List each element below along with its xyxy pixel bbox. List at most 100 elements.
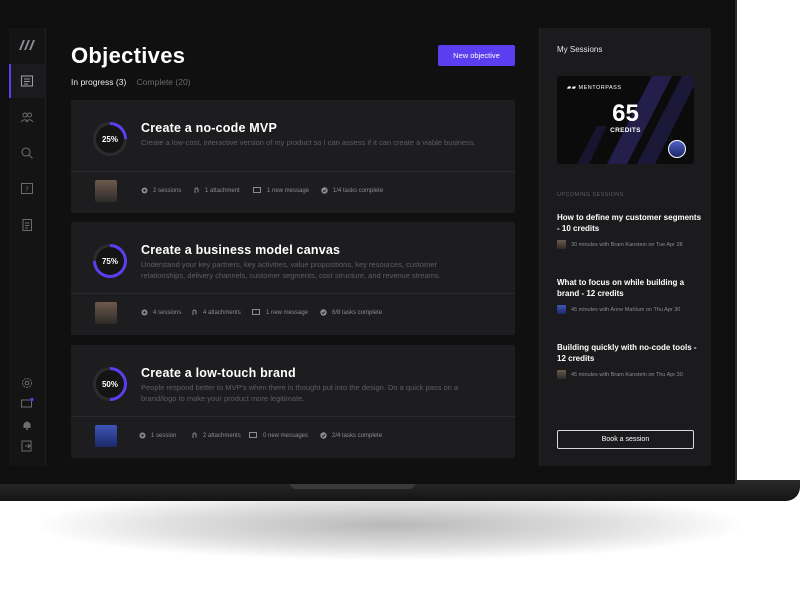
paperclip-icon (192, 309, 197, 315)
session-icon (141, 187, 148, 194)
session-item[interactable]: How to define my customer segments - 10 … (557, 212, 702, 249)
objective-title[interactable]: Create a business model canvas (141, 243, 340, 257)
chat-icon (252, 309, 260, 315)
help-icon: ? (21, 183, 33, 194)
card-divider (71, 416, 515, 417)
objective-tabs: In progress (3) Complete (20) (71, 77, 199, 87)
sessions-label: 1 session (151, 432, 177, 439)
nav-objectives[interactable] (9, 64, 45, 98)
brand-name: MENTORPASS (578, 85, 622, 91)
mentor-avatar (95, 180, 117, 202)
tasks-count: 6/8 tasks complete (320, 309, 382, 316)
upcoming-sessions-label: UPCOMING SESSIONS (557, 192, 624, 198)
objective-card[interactable]: 75% Create a business model canvas Under… (71, 222, 515, 335)
attachments-count[interactable]: 2 attachments (191, 432, 241, 439)
chat-icon (249, 432, 257, 438)
tasks-label: 6/8 tasks complete (332, 309, 383, 316)
tasks-label: 1/4 tasks complete (333, 187, 384, 194)
session-meta-text: 30 minutes with Bram Kanstein on Tue Apr… (571, 241, 683, 248)
check-icon (320, 309, 327, 316)
objective-title[interactable]: Create a no-code MVP (141, 121, 277, 135)
progress-ring: 25% (93, 122, 127, 156)
mentor-avatar (557, 305, 566, 314)
sessions-count: 2 sessions (141, 187, 181, 194)
search-icon (21, 147, 33, 159)
sessions-count: 1 session (139, 432, 176, 439)
attachments-label: 4 attachments (203, 309, 241, 316)
sessions-label: 2 sessions (153, 187, 182, 194)
mentor-avatar (557, 370, 566, 379)
svg-text:?: ? (25, 186, 29, 194)
paperclip-icon (194, 187, 199, 193)
session-title[interactable]: How to define my customer segments - 10 … (557, 212, 702, 234)
session-icon (141, 309, 148, 316)
session-meta: 45 minutes with Bram Kanstein on Thu Apr… (557, 370, 702, 379)
attachments-count[interactable]: 1 attachment (193, 187, 240, 194)
check-icon (321, 187, 328, 194)
credits-label: CREDITS (610, 127, 641, 134)
progress-value: 75% (96, 247, 124, 275)
progress-ring: 75% (93, 244, 127, 278)
messages-label: 1 new message (267, 187, 310, 194)
objective-description: Understand your key partners, key activi… (141, 260, 441, 280)
messages-count[interactable]: 0 new messages (249, 432, 308, 439)
documents-icon (22, 219, 32, 231)
book-session-button[interactable]: Book a session (557, 430, 694, 449)
objective-card[interactable]: 50% Create a low-touch brand People resp… (71, 345, 515, 458)
objective-card[interactable]: 25% Create a no-code MVP Create a low-co… (71, 100, 515, 213)
page-title: Objectives (71, 43, 186, 68)
card-divider (71, 293, 515, 294)
mentorpass-logo-icon: ▰▰ (567, 85, 579, 91)
nav-documents[interactable] (9, 208, 45, 242)
user-avatar[interactable] (668, 140, 686, 158)
attachments-count[interactable]: 4 attachments (191, 309, 241, 316)
tasks-count: 1/4 tasks complete (321, 187, 383, 194)
session-item[interactable]: What to focus on while building a brand … (557, 277, 702, 314)
progress-ring: 50% (93, 367, 127, 401)
tasks-label: 2/4 tasks complete (332, 432, 383, 439)
card-divider (71, 171, 515, 172)
progress-value: 50% (96, 370, 124, 398)
session-meta: 30 minutes with Bram Kanstein on Tue Apr… (557, 240, 702, 249)
objective-title[interactable]: Create a low-touch brand (141, 366, 296, 380)
messages-label: 1 new message (266, 309, 309, 316)
session-title[interactable]: What to focus on while building a brand … (557, 277, 702, 299)
attachments-label: 2 attachments (203, 432, 241, 439)
sessions-panel: My Sessions ▰▰ MENTORPASS 65 CREDITS UPC… (539, 28, 711, 466)
new-objective-button[interactable]: New objective (438, 45, 515, 66)
paperclip-icon (192, 432, 197, 438)
messages-count[interactable]: 1 new message (253, 187, 309, 194)
nav-search[interactable] (9, 136, 45, 170)
users-icon (20, 112, 34, 123)
session-meta: 45 minutes with Anne Mahlum on Thu Apr 3… (557, 305, 702, 314)
messages-label: 0 new messages (263, 432, 309, 439)
progress-value: 25% (96, 125, 124, 153)
objective-description: People respond better to MVP's when ther… (141, 383, 459, 403)
nav-logout[interactable] (9, 429, 45, 463)
attachments-label: 1 attachment (205, 187, 240, 194)
credits-card[interactable]: ▰▰ MENTORPASS 65 CREDITS (557, 76, 694, 164)
laptop-frame: ? Objectives New objective In progress (… (0, 0, 737, 484)
side-nav: ? (9, 28, 46, 466)
nav-help[interactable]: ? (9, 172, 45, 206)
nav-mentors[interactable] (9, 100, 45, 134)
sessions-label: 4 sessions (153, 309, 182, 316)
chat-icon (253, 187, 261, 193)
sessions-count: 4 sessions (141, 309, 181, 316)
session-title[interactable]: Building quickly with no-code tools - 12… (557, 342, 702, 364)
tasks-count: 2/4 tasks complete (320, 432, 382, 439)
logout-icon (21, 440, 32, 452)
logo-icon (19, 40, 35, 50)
mentor-avatar (95, 425, 117, 447)
tab-complete[interactable]: Complete (20) (137, 77, 191, 87)
sessions-panel-title: My Sessions (557, 45, 603, 54)
mentor-avatar (557, 240, 566, 249)
objective-description: Create a low-cost, interactive version o… (141, 138, 476, 147)
messages-count[interactable]: 1 new message (252, 309, 308, 316)
app-screen: ? Objectives New objective In progress (… (9, 28, 711, 466)
tab-in-progress[interactable]: In progress (3) (71, 77, 126, 87)
session-meta-text: 45 minutes with Anne Mahlum on Thu Apr 3… (571, 306, 681, 313)
session-item[interactable]: Building quickly with no-code tools - 12… (557, 342, 702, 379)
session-icon (139, 432, 146, 439)
check-icon (320, 432, 327, 439)
